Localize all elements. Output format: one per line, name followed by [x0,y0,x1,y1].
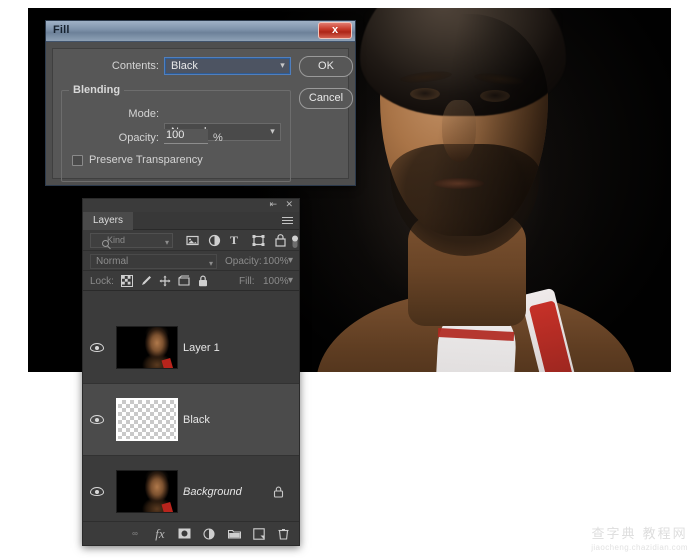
lock-label: Lock: [90,276,114,287]
eye-icon [90,487,104,496]
opacity-value[interactable]: 100% [263,256,289,267]
filter-toggle-icon[interactable] [290,234,303,248]
double-arrow-left-icon[interactable]: ⇤ [269,199,277,210]
layer-filter-row: Kind ▾ T [83,230,299,251]
layer-name[interactable]: Layer 1 [183,342,273,354]
chevron-down-icon: ▾ [164,238,169,247]
smart-object-filter-icon[interactable] [274,234,287,247]
eye-icon [90,343,104,352]
screenshot-root: Fill x Contents: Black ▾ OK Blending Can… [0,0,700,558]
thumbnail-transparent [118,400,176,439]
opacity-label: Opacity: [118,132,159,144]
close-icon[interactable]: x [318,22,352,39]
contents-select[interactable]: Black ▾ [164,57,291,75]
blending-group-title: Blending [69,84,125,96]
eye-icon [90,415,104,424]
layer-visibility-toggle[interactable] [83,487,111,496]
fill-label: Fill: [239,276,255,287]
blend-mode-row: Normal ▾ Opacity: 100% ▾ [83,251,299,271]
layer-thumbnail-cell[interactable] [111,470,183,513]
panel-menu-icon[interactable] [282,217,293,226]
lock-row: Lock: Fill: 100% ▾ [83,271,299,291]
watermark: 查字典 教程网 jiaocheng.chazidian.com [591,523,688,552]
watermark-url: jiaocheng.chazidian.com [591,543,688,552]
kind-filter-label: Kind [107,235,126,245]
preserve-transparency-checkbox[interactable] [72,155,83,166]
fill-dialog-titlebar: Fill x [46,21,355,42]
percent-label: % [213,132,223,144]
watermark-text: 查字典 教程网 [591,527,688,542]
layer-mask-icon[interactable] [178,528,192,539]
close-icon[interactable]: ✕ [285,199,293,210]
chevron-down-icon: ▾ [208,259,213,268]
thumbnail-photo [117,471,177,512]
adjustment-layer-icon[interactable] [203,527,217,540]
layer-visibility-toggle[interactable] [83,415,111,424]
contents-value: Black [171,60,198,72]
lock-artboard-icon[interactable] [178,275,190,287]
table-row[interactable]: Black [83,384,299,456]
layer-style-fx-icon[interactable]: fx [153,526,167,542]
subject-face-shadow [380,14,548,236]
chevron-down-icon: ▾ [280,60,285,70]
ok-button[interactable]: OK [299,56,353,77]
contents-label: Contents: [111,60,159,72]
cancel-button[interactable]: Cancel [299,88,353,109]
layer-thumbnail-cell[interactable] [111,398,183,441]
fill-value[interactable]: 100% [263,276,289,287]
new-layer-icon[interactable] [253,527,267,540]
thumbnail-photo [117,327,177,368]
new-group-icon[interactable] [228,528,242,539]
panel-dock-bar: ⇤ ✕ [83,199,299,212]
shape-filter-icon[interactable] [252,234,265,247]
mode-label: Mode: [128,108,159,120]
fill-dialog-title: Fill [53,24,70,36]
chevron-down-icon[interactable]: ▾ [288,255,293,266]
adjustment-filter-icon[interactable] [208,234,221,247]
layer-thumbnail [116,398,178,441]
fill-dialog-body: Contents: Black ▾ OK Blending Cancel Mod… [52,48,353,182]
panel-tab-bar: Layers [83,212,299,230]
opacity-input-wrap: 100 [164,129,208,144]
opacity-input[interactable]: 100 [164,129,208,144]
layer-thumbnail [116,326,178,369]
type-filter-icon[interactable]: T [230,234,243,247]
chevron-down-icon[interactable]: ▾ [288,275,293,286]
layers-panel: ⇤ ✕ Layers Kind ▾ T Normal ▾ Opacity: 10… [82,198,300,546]
preserve-transparency-label: Preserve Transparency [89,154,203,166]
padlock-icon [273,486,299,498]
layer-thumbnail [116,470,178,513]
layer-name[interactable]: Black [183,414,273,426]
layer-name[interactable]: Background [183,486,273,498]
blend-mode-value: Normal [96,256,129,267]
lock-position-icon[interactable] [159,275,171,287]
opacity-label: Opacity: [225,256,262,267]
table-row[interactable]: Background [83,456,299,521]
link-layers-icon[interactable]: ∞ [128,529,142,538]
layers-panel-footer: ∞ fx [83,521,299,545]
layer-list: Layer 1 Black Background [83,312,299,521]
lock-image-pixels-icon[interactable] [140,275,152,287]
table-row[interactable]: Layer 1 [83,312,299,384]
layer-visibility-toggle[interactable] [83,343,111,352]
lock-transparent-pixels-icon[interactable] [121,275,133,287]
fill-dialog: Fill x Contents: Black ▾ OK Blending Can… [45,20,356,186]
blend-mode-select[interactable]: Normal ▾ [90,254,217,269]
delete-layer-icon[interactable] [278,528,292,540]
layer-thumbnail-cell[interactable] [111,326,183,369]
pixel-filter-icon[interactable] [186,234,199,247]
search-icon [102,240,109,247]
lock-all-icon[interactable] [197,275,209,287]
tab-layers[interactable]: Layers [83,212,134,230]
chevron-down-icon: ▾ [270,126,275,136]
kind-filter-select[interactable]: Kind ▾ [90,233,173,248]
